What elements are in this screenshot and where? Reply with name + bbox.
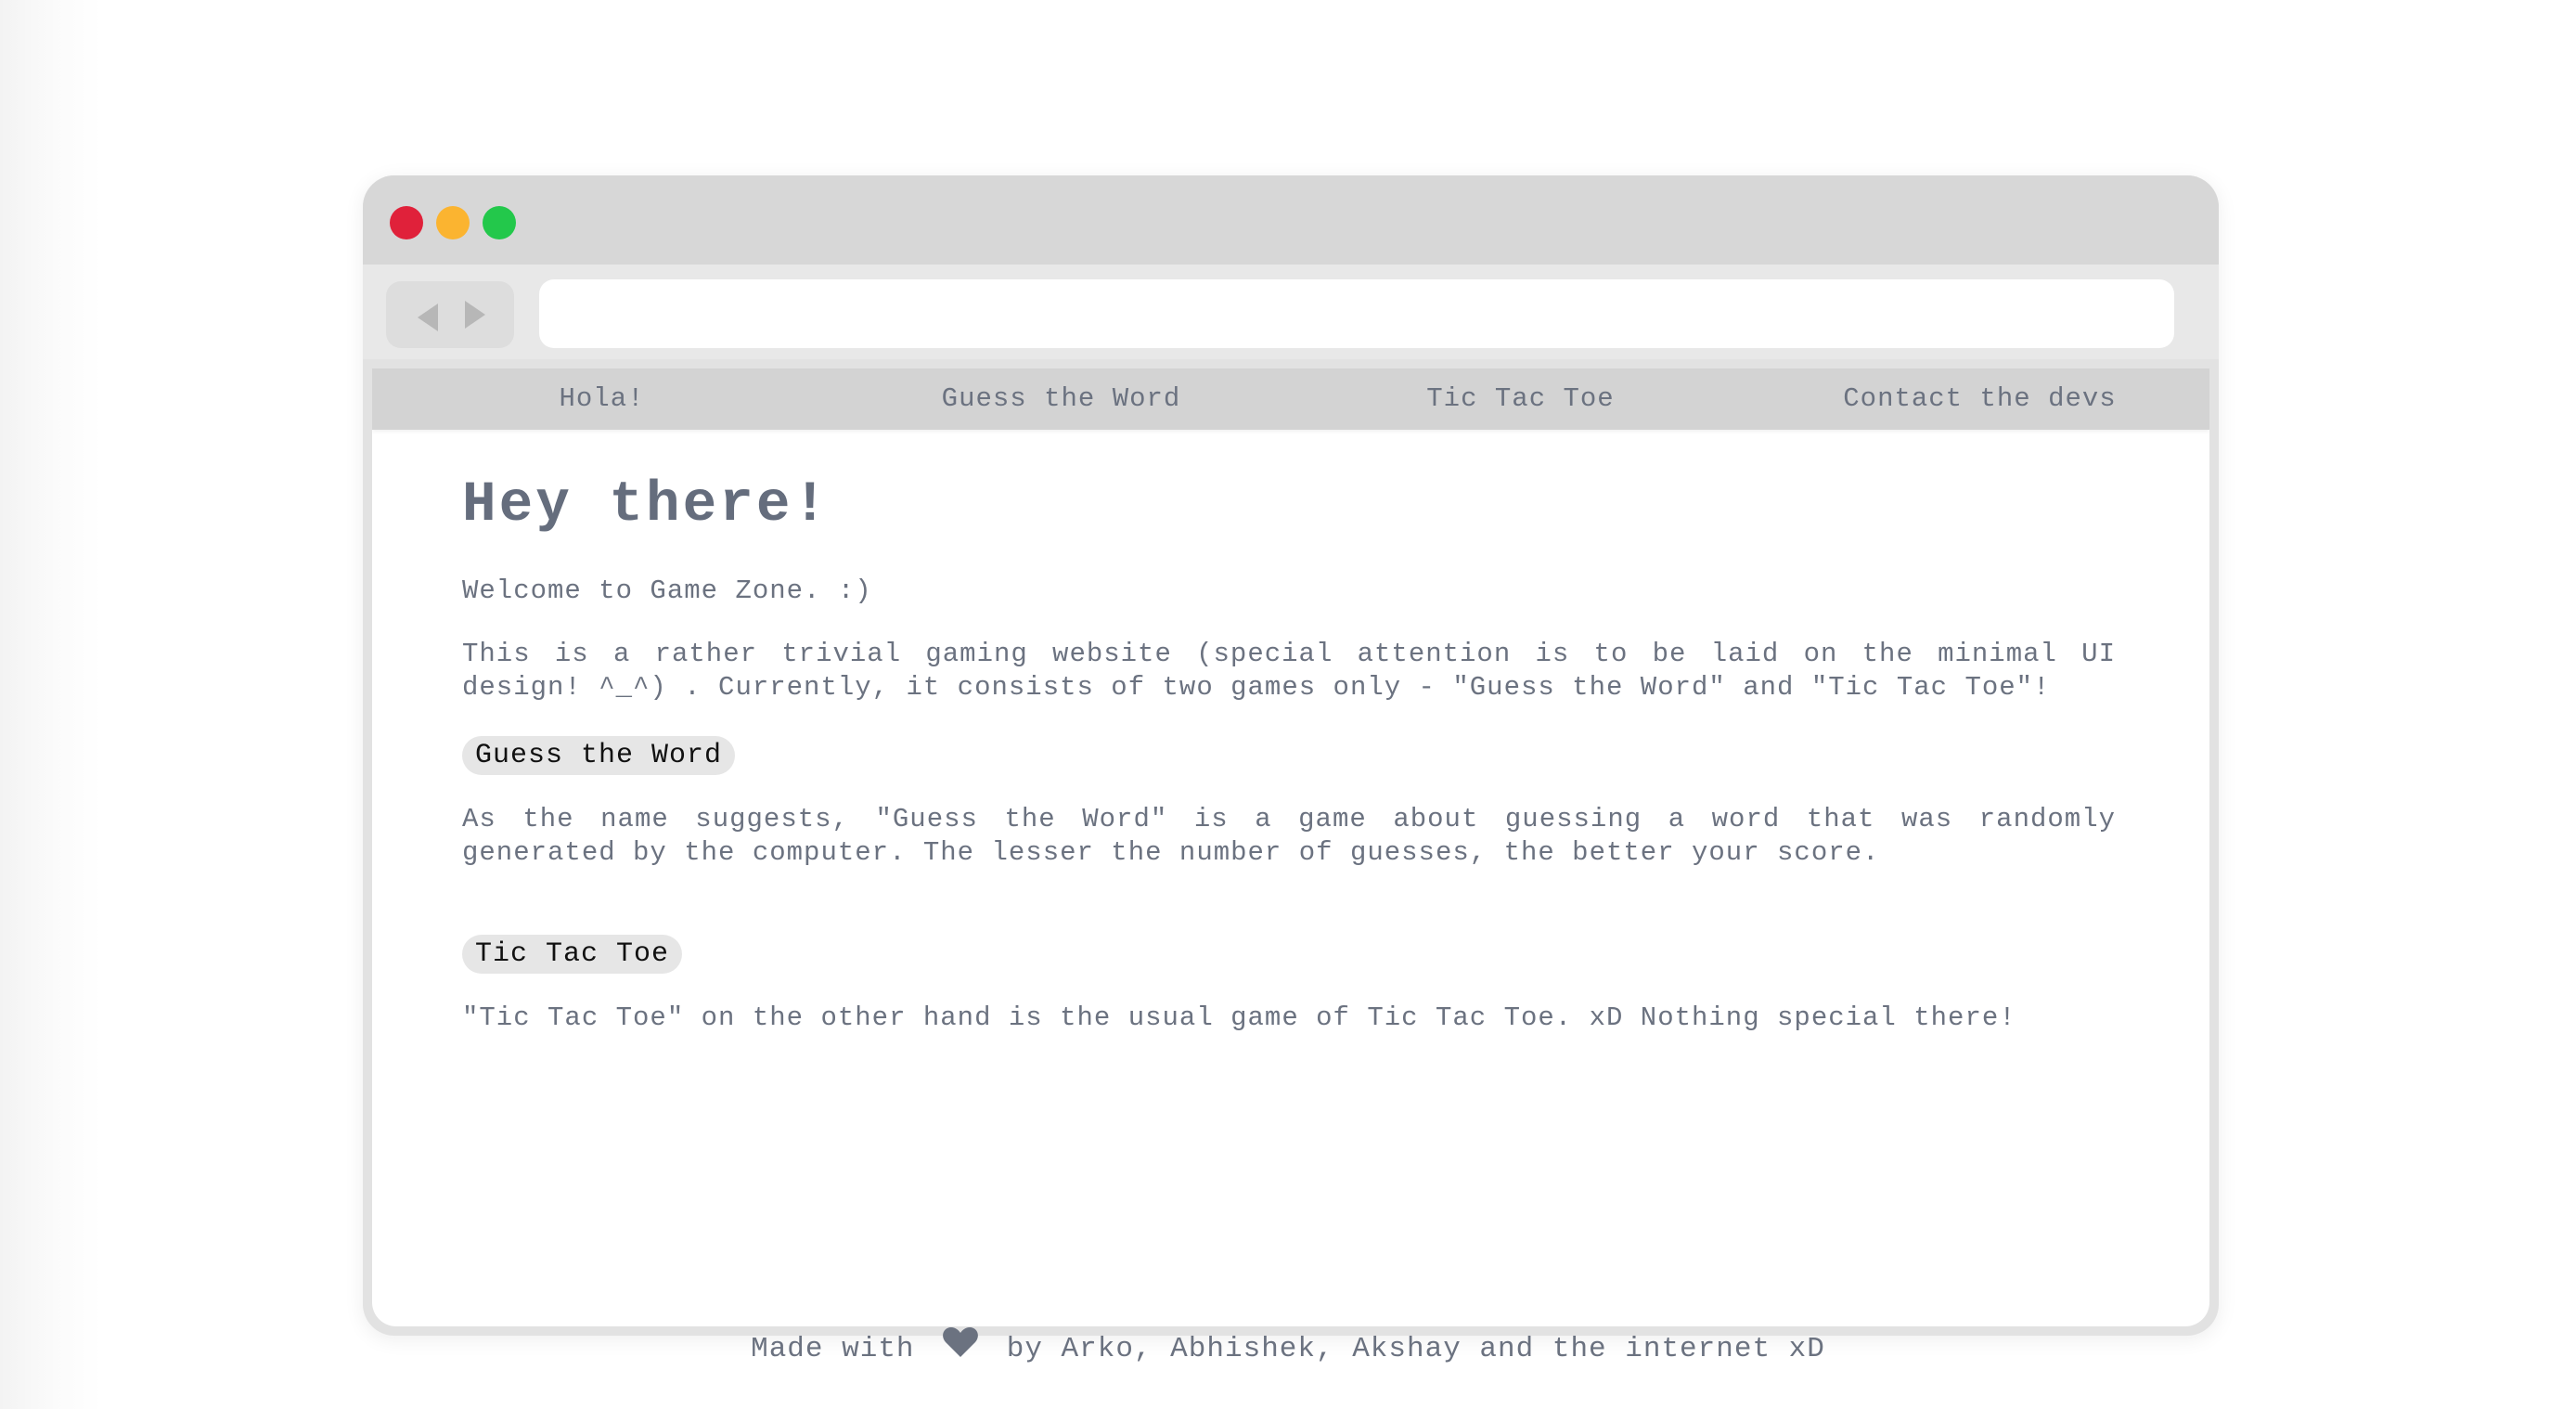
nav-link-guess-the-word[interactable]: Guess the Word: [831, 368, 1291, 430]
nav-link-contact-the-devs[interactable]: Contact the devs: [1750, 368, 2209, 430]
browser-window: Hola! Guess the Word Tic Tac Toe Contact…: [363, 175, 2219, 1336]
maximize-window-button[interactable]: [483, 206, 516, 239]
section-label-guess-the-word: Guess the Word: [462, 736, 736, 775]
intro-text: This is a rather trivial gaming website …: [462, 639, 2116, 703]
main-content: Hey there! Welcome to Game Zone. :) This…: [462, 452, 2116, 1035]
page-viewport: Hola! Guess the Word Tic Tac Toe Contact…: [372, 368, 2209, 1326]
nav-link-tic-tac-toe[interactable]: Tic Tac Toe: [1291, 368, 1750, 430]
page-title: Hey there!: [462, 473, 831, 537]
address-bar[interactable]: [539, 279, 2174, 348]
tic-tac-toe-description: "Tic Tac Toe" on the other hand is the u…: [462, 1002, 2016, 1033]
browser-titlebar: [363, 175, 2219, 265]
close-window-button[interactable]: [390, 206, 423, 239]
minimize-window-button[interactable]: [436, 206, 470, 239]
heart-icon: [943, 1327, 979, 1357]
page-footer: Made with by Arko, Abhishek, Akshay and …: [0, 1325, 2576, 1374]
history-nav-group: [386, 281, 514, 348]
forward-arrow-icon[interactable]: [465, 301, 485, 329]
welcome-text: Welcome to Game Zone. :): [462, 575, 872, 606]
guess-the-word-description: As the name suggests, "Guess the Word" i…: [462, 804, 2116, 868]
browser-toolbar: [363, 265, 2219, 359]
nav-link-hola[interactable]: Hola!: [372, 368, 831, 430]
footer-suffix: by Arko, Abhishek, Akshay and the intern…: [1006, 1333, 1825, 1365]
back-arrow-icon[interactable]: [418, 304, 438, 331]
footer-prefix: Made with: [751, 1333, 915, 1365]
section-label-tic-tac-toe: Tic Tac Toe: [462, 935, 683, 974]
site-nav: Hola! Guess the Word Tic Tac Toe Contact…: [372, 368, 2209, 430]
